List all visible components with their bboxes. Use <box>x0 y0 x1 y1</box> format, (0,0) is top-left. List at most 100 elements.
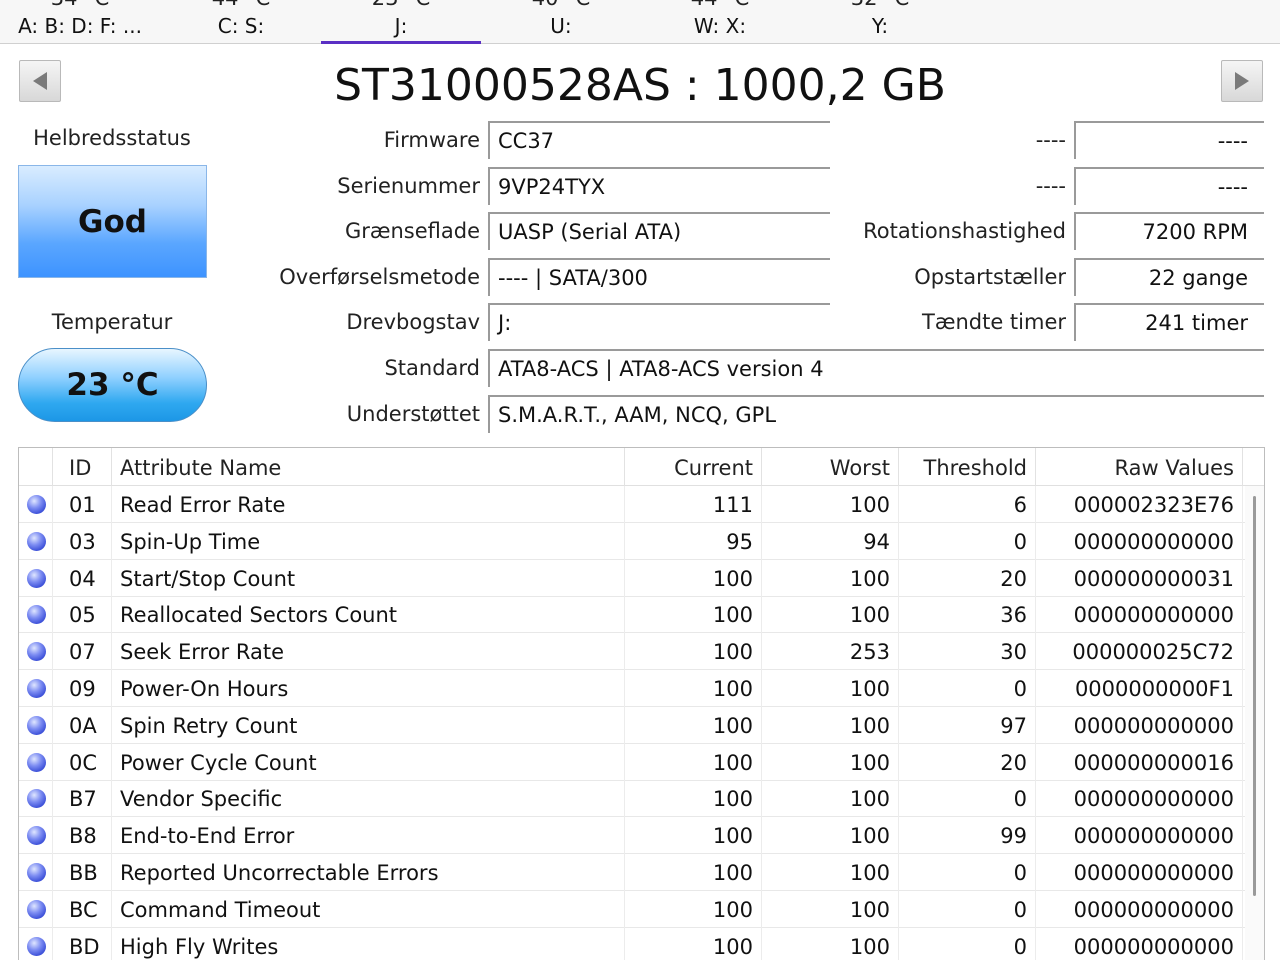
table-row[interactable]: BB Reported Uncorrectable Errors 100 100 0 00… <box>19 854 1245 891</box>
row-attribute-name: Vendor Specific <box>112 780 625 818</box>
header-id[interactable]: ID <box>53 448 112 486</box>
row-attribute-name: Reallocated Sectors Count <box>112 596 625 634</box>
row-status-cell <box>19 559 53 597</box>
header-attribute-name[interactable]: Attribute Name <box>112 448 625 486</box>
table-row[interactable]: 03 Spin-Up Time 95 94 0 000000000000 <box>19 522 1245 560</box>
table-row[interactable]: B7 Vendor Specific 100 100 0 000000000000 <box>19 780 1245 818</box>
next-drive-button[interactable] <box>1221 60 1263 102</box>
unknown-field-1-value: ---- <box>1074 121 1264 159</box>
row-status-cell <box>19 817 53 855</box>
row-status-cell <box>19 670 53 707</box>
blue-dot-icon <box>27 863 46 882</box>
drive-tab-2[interactable]: 44 °C C: S: <box>161 0 321 44</box>
row-attribute-name: Spin-Up Time <box>112 522 625 560</box>
row-id: 09 <box>53 670 112 707</box>
drive-tab-1[interactable]: 34 °C A: B: D: F: ... <box>0 0 160 44</box>
row-id: 0A <box>53 706 112 744</box>
row-raw-value: 000000000000 <box>1036 706 1243 744</box>
row-status-cell <box>19 486 53 523</box>
row-worst: 100 <box>762 670 899 707</box>
row-threshold: 20 <box>899 559 1036 597</box>
interface-label: Grænseflade <box>344 219 480 243</box>
row-current: 100 <box>625 743 762 781</box>
drive-tab-letters: C: S: <box>217 14 265 38</box>
row-threshold: 36 <box>899 596 1036 634</box>
header-status-column[interactable] <box>19 448 53 486</box>
row-current: 100 <box>625 817 762 855</box>
table-row[interactable]: 09 Power-On Hours 100 100 0 0000000000F1 <box>19 670 1245 707</box>
row-raw-value: 000000000000 <box>1036 854 1243 891</box>
health-status-button[interactable]: God <box>18 165 207 278</box>
standard-value: ATA8-ACS | ATA8-ACS version 4 <box>488 349 1264 387</box>
header-worst[interactable]: Worst <box>762 448 899 486</box>
smart-attributes-table: ID Attribute Name Current Worst Threshol… <box>18 447 1265 960</box>
row-status-cell <box>19 890 53 928</box>
drive-tab-6[interactable]: 32 °C Y: <box>800 0 960 44</box>
table-row[interactable]: 05 Reallocated Sectors Count 100 100 36 00000… <box>19 596 1245 634</box>
row-threshold: 0 <box>899 927 1036 960</box>
temperature-button[interactable]: 23 °C <box>18 348 207 422</box>
header-raw-values[interactable]: Raw Values <box>1036 448 1243 486</box>
table-row[interactable]: 04 Start/Stop Count 100 100 20 000000000031 <box>19 559 1245 597</box>
row-threshold: 0 <box>899 780 1036 818</box>
row-worst: 100 <box>762 706 899 744</box>
row-status-cell <box>19 706 53 744</box>
blue-dot-icon <box>27 752 46 772</box>
blue-dot-icon <box>27 679 46 698</box>
header-threshold[interactable]: Threshold <box>899 448 1036 486</box>
drive-tab-3-active[interactable]: 23 °C J: <box>321 0 481 44</box>
table-row[interactable]: 0A Spin Retry Count 100 100 97 000000000000 <box>19 706 1245 744</box>
active-tab-indicator <box>321 41 481 44</box>
row-current: 100 <box>625 780 762 818</box>
row-raw-value: 000000000000 <box>1036 817 1243 855</box>
row-attribute-name: Read Error Rate <box>112 486 625 523</box>
row-id: 04 <box>53 559 112 597</box>
blue-dot-icon <box>27 495 46 514</box>
drive-tab-bar: 34 °C A: B: D: F: ... 44 °C C: S: 23 °C … <box>0 0 1280 44</box>
drive-tab-temp: 34 °C <box>0 0 160 10</box>
triangle-left-icon <box>33 72 47 90</box>
power-on-hours-value: 241 timer <box>1074 303 1264 341</box>
header-current[interactable]: Current <box>625 448 762 486</box>
drive-title: ST31000528AS : 1000,2 GB <box>334 60 946 111</box>
vertical-scrollbar[interactable] <box>1245 486 1264 960</box>
row-raw-value: 000000000000 <box>1036 890 1243 928</box>
drive-tab-temp: 40 °C <box>481 0 641 10</box>
row-worst: 100 <box>762 596 899 634</box>
row-id: BB <box>53 854 112 891</box>
table-row[interactable]: BD High Fly Writes 100 100 0 000000000000 <box>19 927 1245 960</box>
previous-drive-button[interactable] <box>19 60 61 102</box>
table-row[interactable]: BC Command Timeout 100 100 0 000000000000 <box>19 890 1245 928</box>
row-current: 100 <box>625 596 762 634</box>
row-status-cell <box>19 522 53 560</box>
table-row[interactable]: 07 Seek Error Rate 100 253 30 000000025C72 <box>19 633 1245 671</box>
row-threshold: 99 <box>899 817 1036 855</box>
row-threshold: 0 <box>899 522 1036 560</box>
row-threshold: 97 <box>899 706 1036 744</box>
blue-dot-icon <box>27 789 46 809</box>
unknown-field-2-label: ---- <box>1035 174 1066 198</box>
row-current: 100 <box>625 706 762 744</box>
row-threshold: 0 <box>899 854 1036 891</box>
drive-tab-4[interactable]: 40 °C U: <box>481 0 641 44</box>
row-threshold: 6 <box>899 486 1036 523</box>
row-status-cell <box>19 927 53 960</box>
row-worst: 100 <box>762 817 899 855</box>
drive-tab-letters: J: <box>394 14 408 38</box>
scrollbar-thumb[interactable] <box>1253 496 1256 896</box>
drive-tab-5[interactable]: 44 °C W: X: <box>640 0 800 44</box>
row-status-cell <box>19 780 53 818</box>
row-raw-value: 000000000000 <box>1036 927 1243 960</box>
table-row[interactable]: 0C Power Cycle Count 100 100 20 000000000016 <box>19 743 1245 781</box>
supported-features-value: S.M.A.R.T., AAM, NCQ, GPL <box>488 395 1264 433</box>
row-id: BC <box>53 890 112 928</box>
standard-label: Standard <box>384 356 480 380</box>
row-attribute-name: Start/Stop Count <box>112 559 625 597</box>
table-row[interactable]: B8 End-to-End Error 100 100 99 000000000000 <box>19 817 1245 855</box>
row-current: 100 <box>625 559 762 597</box>
table-row[interactable]: 01 Read Error Rate 111 100 6 000002323E76 <box>19 486 1245 523</box>
drive-tab-letters: A: B: D: F: ... <box>18 14 142 38</box>
row-id: 07 <box>53 633 112 671</box>
row-current: 95 <box>625 522 762 560</box>
power-on-hours-label: Tændte timer <box>922 310 1066 334</box>
